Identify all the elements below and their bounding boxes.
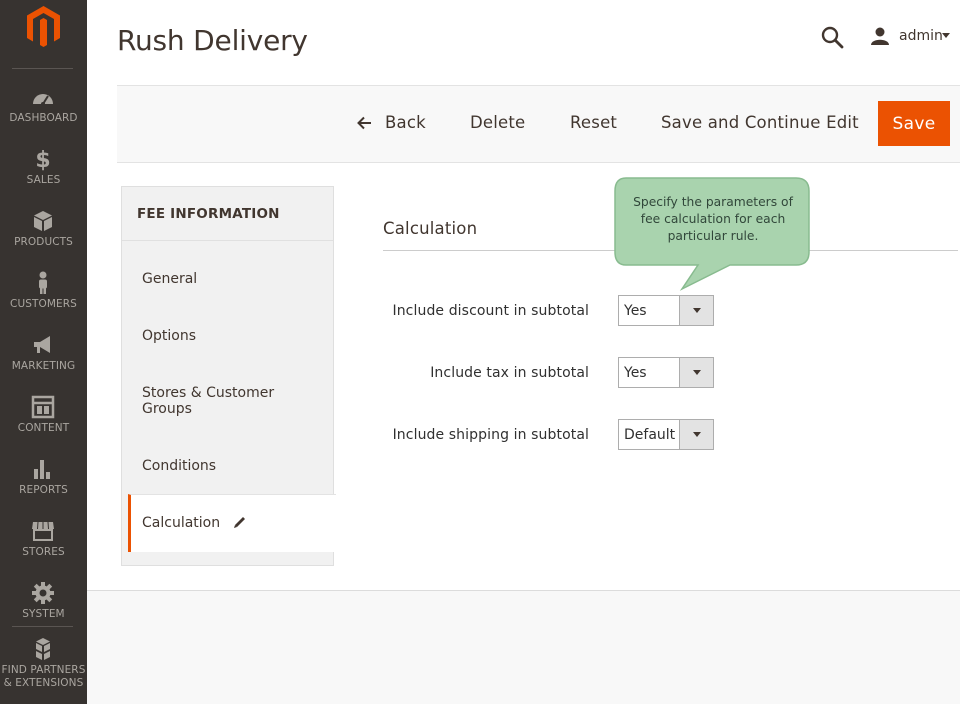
- back-arrow-icon[interactable]: [357, 116, 372, 130]
- include-discount-select[interactable]: Yes: [618, 295, 714, 326]
- svg-text:$: $: [35, 148, 50, 172]
- nav-item-stores[interactable]: STORES: [0, 518, 87, 578]
- nav-label: & EXTENSIONS: [3, 677, 84, 689]
- nav-item-products[interactable]: PRODUCTS: [0, 208, 87, 268]
- nav-item-system[interactable]: SYSTEM: [0, 580, 87, 640]
- select-value: Yes: [624, 303, 647, 319]
- nav-label: CONTENT: [17, 422, 70, 434]
- tab-label: Stores & Customer Groups: [142, 385, 275, 417]
- include-shipping-select[interactable]: Default: [618, 419, 714, 450]
- nav-label: FIND PARTNERS: [1, 664, 86, 676]
- select-value: Default: [624, 427, 676, 443]
- nav-label: CUSTOMERS: [10, 298, 77, 310]
- delete-button[interactable]: Delete: [470, 112, 525, 134]
- select-value: Yes: [624, 365, 647, 381]
- nav-label: REPORTS: [19, 484, 68, 496]
- page-actions-toolbar: Back Delete Reset Save and Continue Edit…: [117, 85, 960, 163]
- footer-area: [87, 591, 960, 704]
- tab-stores-customer-groups[interactable]: Stores & Customer Groups: [122, 376, 333, 426]
- gear-icon: [32, 582, 54, 604]
- tab-options[interactable]: Options: [122, 314, 333, 354]
- save-and-continue-button[interactable]: Save and Continue Edit: [661, 112, 859, 134]
- layout-icon: [31, 395, 55, 419]
- tab-label: General: [142, 271, 198, 287]
- select-toggle[interactable]: [679, 358, 713, 387]
- nav-item-customers[interactable]: CUSTOMERS: [0, 270, 87, 330]
- nav-label: SYSTEM: [22, 608, 65, 620]
- nav-item-marketing[interactable]: MARKETING: [0, 332, 87, 392]
- tab-label: Conditions: [142, 458, 217, 474]
- page-title: Rush Delivery: [117, 24, 308, 57]
- user-icon: [871, 27, 889, 45]
- sidebar-divider: [12, 68, 73, 69]
- field-label-include-discount: Include discount in subtotal: [392, 303, 589, 319]
- nav-label: DASHBOARD: [9, 112, 78, 124]
- tab-label: Calculation: [142, 515, 221, 531]
- nav-label: STORES: [22, 546, 65, 558]
- nav-label: SALES: [26, 174, 61, 186]
- dollar-icon: $: [35, 148, 50, 172]
- blocks-icon: [36, 638, 50, 660]
- admin-sidebar: DASHBOARD $ SALES PRODUCTS CUSTOMERS MAR…: [0, 0, 87, 704]
- nav-item-content[interactable]: CONTENT: [0, 394, 87, 454]
- tab-label: Options: [142, 328, 197, 344]
- nav-item-find-partners[interactable]: FIND PARTNERS & EXTENSIONS: [0, 636, 87, 696]
- save-button[interactable]: Save: [878, 101, 950, 146]
- bar-chart-icon: [34, 460, 50, 479]
- search-icon[interactable]: [820, 25, 844, 49]
- pencil-icon: [234, 517, 245, 528]
- user-name: admin: [899, 28, 943, 44]
- chevron-down-icon: [693, 308, 701, 313]
- sidebar-divider: [12, 626, 73, 627]
- tabs-title: FEE INFORMATION: [137, 206, 280, 222]
- field-label-include-tax: Include tax in subtotal: [430, 365, 589, 381]
- back-button[interactable]: Back: [385, 112, 426, 134]
- megaphone-icon: [34, 336, 50, 353]
- select-toggle[interactable]: [679, 296, 713, 325]
- select-toggle[interactable]: [679, 420, 713, 449]
- person-icon: [39, 271, 47, 294]
- tab-calculation[interactable]: Calculation: [128, 494, 336, 552]
- nav-item-dashboard[interactable]: DASHBOARD: [0, 84, 87, 144]
- divider: [122, 240, 333, 241]
- chevron-down-icon: [942, 33, 950, 38]
- tooltip-text: Specify the parameters of fee calculatio…: [633, 195, 793, 243]
- include-tax-select[interactable]: Yes: [618, 357, 714, 388]
- storefront-icon: [32, 521, 54, 541]
- field-label-include-shipping: Include shipping in subtotal: [392, 427, 589, 443]
- dashboard-icon: [33, 94, 53, 106]
- tab-general[interactable]: General: [122, 257, 333, 297]
- nav-label: PRODUCTS: [14, 236, 73, 248]
- help-tooltip: Specify the parameters of fee calculatio…: [610, 174, 816, 294]
- section-title: Calculation: [383, 219, 478, 238]
- magento-logo[interactable]: [0, 0, 87, 66]
- chevron-down-icon: [693, 432, 701, 437]
- chevron-down-icon: [693, 370, 701, 375]
- nav-item-reports[interactable]: REPORTS: [0, 456, 87, 516]
- fee-information-tabs: FEE INFORMATION General Options Stores &…: [121, 186, 336, 566]
- nav-label: MARKETING: [11, 360, 76, 372]
- nav-item-sales[interactable]: $ SALES: [0, 146, 87, 206]
- reset-button[interactable]: Reset: [570, 112, 617, 134]
- tab-conditions[interactable]: Conditions: [122, 444, 333, 484]
- box-icon: [34, 211, 52, 231]
